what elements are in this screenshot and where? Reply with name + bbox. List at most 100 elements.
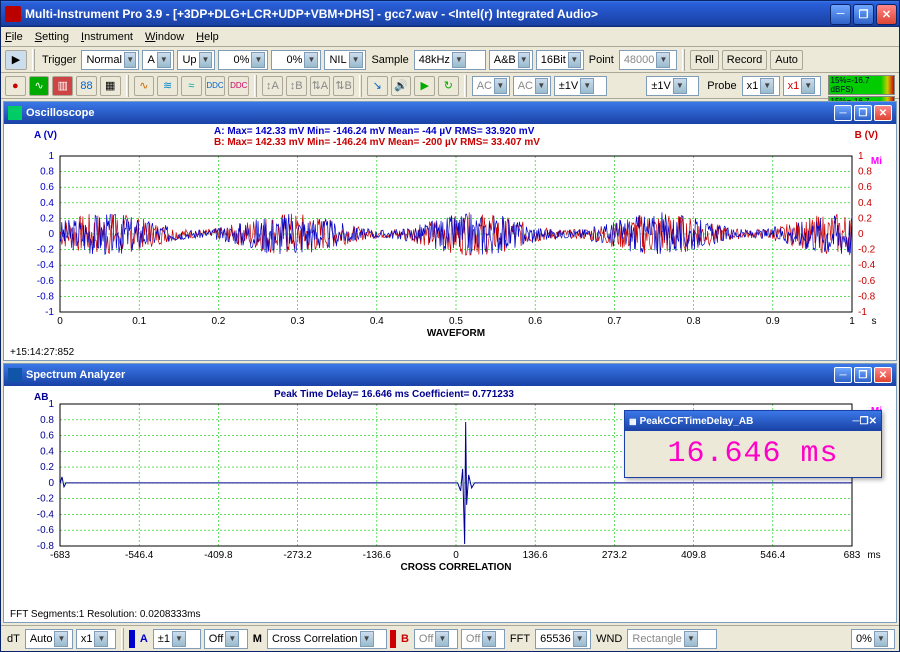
content-area: Oscilloscope ─ ❐ ✕ A (V) B (V) A: Max= 1… [1,99,899,625]
menu-window[interactable]: Window [145,31,184,43]
b-off2-select[interactable]: Off▼ [461,629,505,649]
osc-right-axis-label: B (V) [855,130,878,141]
dt-label: dT [5,633,22,645]
spec-close-button[interactable]: ✕ [874,367,892,383]
range-b-select[interactable]: ±1V▼ [646,76,699,96]
spec-minimize-button[interactable]: ─ [834,367,852,383]
svg-text:0: 0 [858,229,864,240]
svg-text:0: 0 [57,316,63,327]
extra-icon-1[interactable]: ▦ [100,76,121,96]
cursor-b-icon: ↕B [286,76,307,96]
trigger-mode-select[interactable]: Normal▼ [81,50,139,70]
oscilloscope-titlebar: Oscilloscope ─ ❐ ✕ [4,102,896,124]
record-icon[interactable]: ● [5,76,26,96]
osc-stats-b: B: Max= 142.33 mV Min= -146.24 mV Mean= … [214,137,540,148]
svg-text:1: 1 [858,151,864,162]
svg-text:-0.2: -0.2 [37,494,55,505]
svg-text:0.8: 0.8 [40,415,54,426]
osc-maximize-button[interactable]: ❐ [854,105,872,121]
waveform-icon [8,106,22,120]
maximize-button[interactable]: ❐ [853,4,874,25]
roll-button[interactable]: Roll [690,50,719,70]
svg-text:0.6: 0.6 [528,316,542,327]
menu-help[interactable]: Help [196,31,219,43]
svg-text:0.8: 0.8 [858,167,872,178]
svg-text:0.6: 0.6 [858,182,872,193]
mi-marker: Mi [871,156,882,167]
osc-close-button[interactable]: ✕ [874,105,892,121]
wnd-select[interactable]: Rectangle▼ [627,629,717,649]
mode-select[interactable]: Cross Correlation▼ [267,629,387,649]
spec-maximize-button[interactable]: ❐ [854,367,872,383]
ddc-icon-2[interactable]: DDC [228,76,249,96]
svg-text:-0.2: -0.2 [37,245,55,256]
coupling-a-select[interactable]: AC▼ [472,76,510,96]
trigger-level1-select[interactable]: 0%▼ [218,50,268,70]
gen-icon-3[interactable]: ≈ [181,76,202,96]
probe-b-select[interactable]: x1▼ [783,76,821,96]
svg-text:683: 683 [844,550,861,561]
close-button[interactable]: ✕ [876,4,897,25]
peak-close-button[interactable]: ✕ [869,416,877,427]
b-off1-select[interactable]: Off▼ [414,629,458,649]
menu-setting[interactable]: Setting [35,31,69,43]
trigger-level2-select[interactable]: 0%▼ [271,50,321,70]
spectrum-icon[interactable]: ▥ [52,76,73,96]
wnd-label: WND [594,633,624,645]
bits-select[interactable]: 16Bit▼ [536,50,584,70]
dual-b-icon: ⇅B [333,76,354,96]
tool-icon-1[interactable]: ▶ [5,50,27,70]
range-a-select[interactable]: ±1V▼ [554,76,607,96]
spectrum-icon [8,368,22,382]
play-icon[interactable]: ▶ [414,76,435,96]
svg-text:-0.2: -0.2 [858,245,876,256]
dual-a-icon: ⇅A [310,76,331,96]
fft-size-select[interactable]: 65536▼ [535,629,591,649]
ddc-icon-1[interactable]: DDC [205,76,226,96]
svg-text:0.4: 0.4 [40,198,54,209]
gen-icon-2[interactable]: ≋ [157,76,178,96]
scope-icon[interactable]: ∿ [29,76,50,96]
point-value-select[interactable]: 48000▼ [619,50,677,70]
sample-rate-select[interactable]: 48kHz▼ [414,50,486,70]
level-meters: 15%=-16.7 dBFS) 15%=-16.7 dBFS) [828,75,895,97]
overlap-select[interactable]: 0%▼ [851,629,895,649]
input-icon[interactable]: ↘ [367,76,388,96]
peak-maximize-button[interactable]: ❐ [860,416,869,427]
loop-icon[interactable]: ↻ [438,76,459,96]
svg-text:-0.8: -0.8 [37,291,55,302]
minimize-button[interactable]: ─ [830,4,851,25]
svg-text:1: 1 [48,151,54,162]
svg-text:s: s [872,316,877,327]
gen-icon-1[interactable]: ∿ [134,76,155,96]
oscilloscope-plot[interactable]: A (V) B (V) A: Max= 142.33 mV Min= -146.… [4,124,896,360]
channel-ab-select[interactable]: A&B▼ [489,50,533,70]
meter-icon[interactable]: 88 [76,76,97,96]
trigger-slope-select[interactable]: Up▼ [177,50,215,70]
osc-svg: -1-1-0.8-0.8-0.6-0.6-0.4-0.4-0.2-0.2000.… [4,124,892,344]
dt-x1-select[interactable]: x1▼ [76,629,116,649]
a-range-select[interactable]: ±1▼ [153,629,201,649]
svg-text:-0.4: -0.4 [37,260,55,271]
peak-minimize-button[interactable]: ─ [853,416,860,427]
sample-label: Sample [369,54,410,66]
speaker-icon[interactable]: 🔊 [391,76,412,96]
svg-text:0.2: 0.2 [40,462,54,473]
spectrum-plot[interactable]: AB Peak Time Delay= 16.646 ms Coefficien… [4,386,896,622]
osc-minimize-button[interactable]: ─ [834,105,852,121]
peak-time-delay-window[interactable]: ▦ PeakCCFTimeDelay_AB ─ ❐ ✕ 16.646 ms [624,410,882,478]
svg-text:409.8: 409.8 [681,550,706,561]
probe-a-select[interactable]: x1▼ [742,76,780,96]
trigger-edge-select[interactable]: A▼ [142,50,174,70]
svg-text:0.2: 0.2 [40,213,54,224]
a-off-select[interactable]: Off▼ [204,629,248,649]
dt-auto-select[interactable]: Auto▼ [25,629,73,649]
trigger-pre-select[interactable]: NIL▼ [324,50,366,70]
record-button[interactable]: Record [722,50,767,70]
coupling-b-select[interactable]: AC▼ [513,76,551,96]
menu-file[interactable]: File [5,31,23,43]
spectrum-panel: Spectrum Analyzer ─ ❐ ✕ AB Peak Time Del… [3,363,897,623]
menu-instrument[interactable]: Instrument [81,31,133,43]
svg-text:0.8: 0.8 [687,316,701,327]
auto-button[interactable]: Auto [770,50,803,70]
